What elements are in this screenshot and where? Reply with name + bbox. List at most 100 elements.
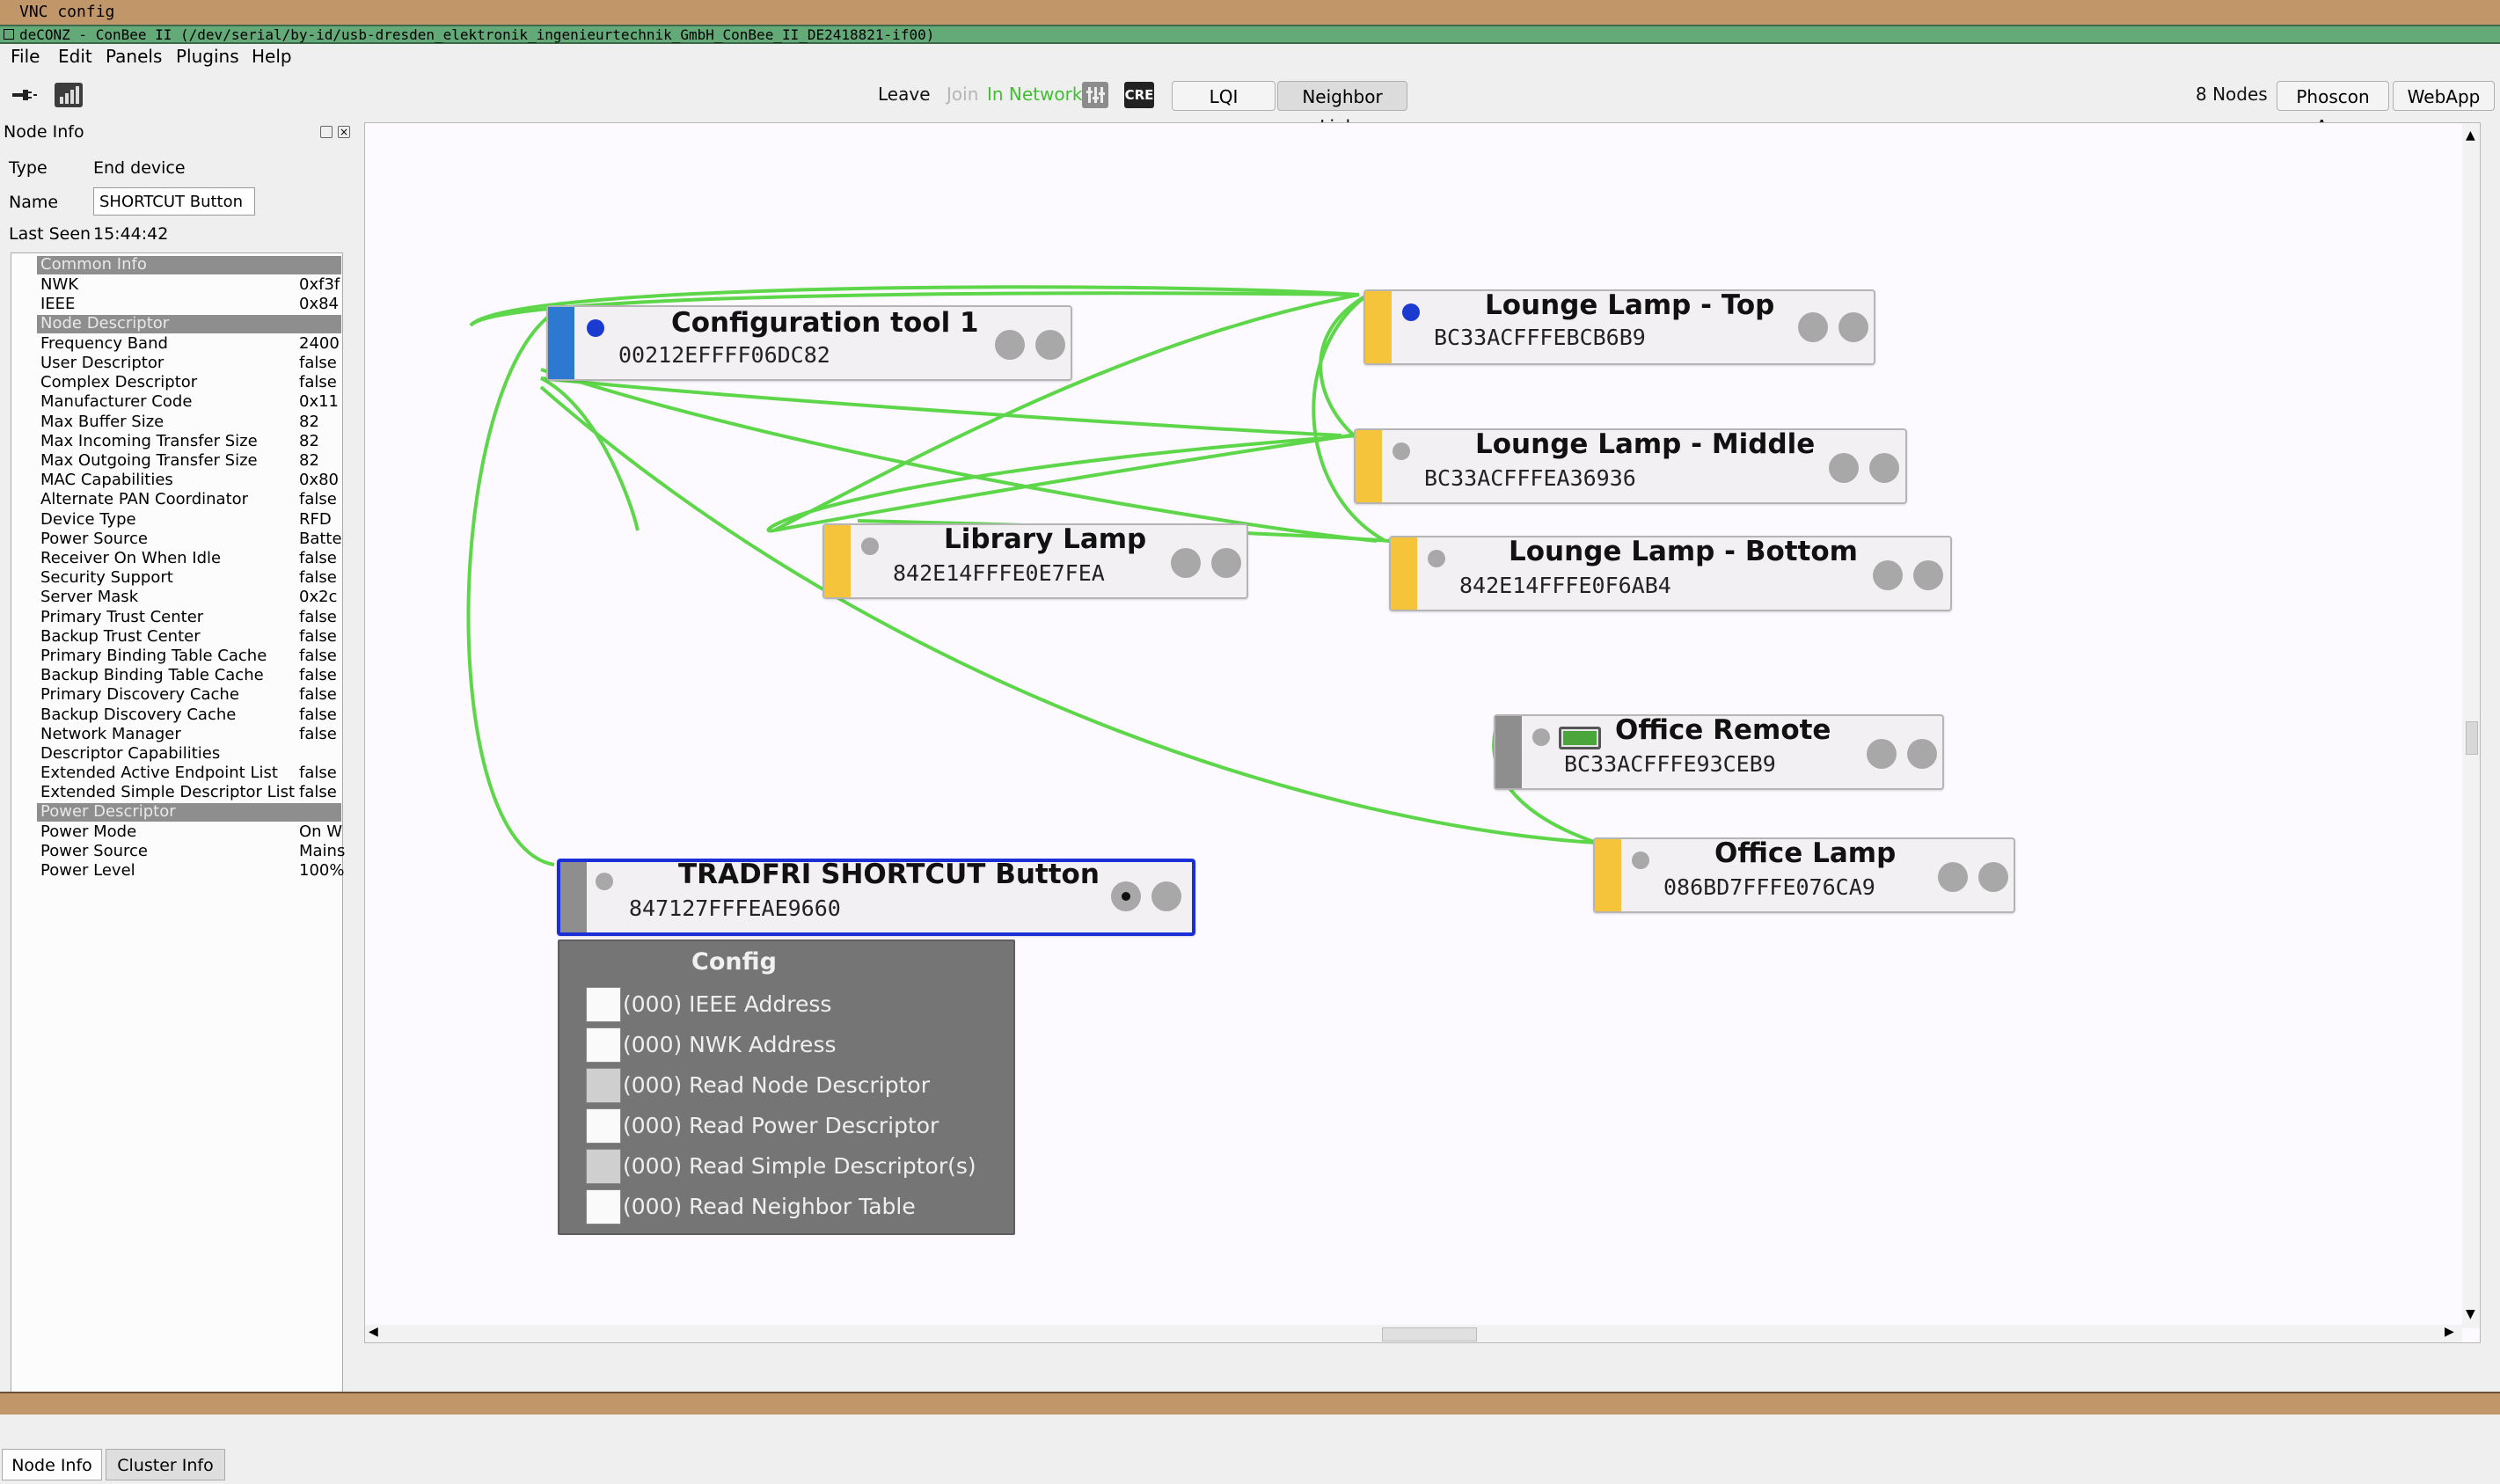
endpoint-port[interactable] [1907, 739, 1937, 769]
endpoint-port[interactable] [1171, 548, 1201, 578]
tab-cluster-info[interactable]: Cluster Info [106, 1449, 225, 1480]
endpoint-port[interactable] [1913, 560, 1943, 590]
endpoint-port-selected[interactable] [1111, 881, 1141, 911]
section-header[interactable]: Common Info [37, 255, 341, 274]
vnc-title: VNC config [19, 3, 115, 21]
panel-title: Node Info [4, 122, 84, 142]
property-row[interactable]: Extended Simple Descriptor List false [37, 783, 347, 802]
property-row[interactable]: Primary Binding Table Cache false [37, 647, 347, 666]
property-row[interactable]: Power Source Batte [37, 530, 347, 549]
network-settings-icon[interactable] [1082, 82, 1108, 108]
property-row[interactable]: Manufacturer Code 0x11 [37, 392, 347, 412]
property-key: MAC Capabilities [40, 471, 173, 490]
property-row[interactable]: Device Type RFD [37, 510, 347, 530]
property-row[interactable]: Power Source Mains [37, 842, 347, 861]
node-office-remote[interactable]: Office Remote BC33ACFFFE93CEB9 [1494, 714, 1944, 790]
endpoint-port[interactable] [1867, 739, 1897, 769]
property-row[interactable]: IEEE 0x84 [37, 295, 347, 314]
section-header[interactable]: Power Descriptor [37, 802, 341, 822]
cre-button[interactable]: CRE [1124, 82, 1154, 108]
property-row[interactable]: Primary Trust Center false [37, 608, 347, 627]
property-row[interactable]: Backup Binding Table Cache false [37, 666, 347, 685]
property-row[interactable]: Power Mode On W [37, 822, 347, 842]
node-library-lamp[interactable]: Library Lamp 842E14FFFE0E7FEA [822, 523, 1248, 599]
menu-file[interactable]: File [11, 46, 40, 67]
scroll-left-arrow[interactable]: ◀ [369, 1325, 378, 1339]
config-checkbox[interactable] [586, 1189, 621, 1224]
node-lounge-lamp-middle[interactable]: Lounge Lamp - Middle BC33ACFFFEA36936 [1354, 428, 1907, 504]
property-value: false [299, 373, 337, 392]
webapp-button[interactable]: WebApp [2393, 81, 2495, 111]
join-button[interactable]: Join [947, 84, 978, 105]
property-row[interactable]: Power Level 100% [37, 861, 347, 881]
vertical-scroll-thumb[interactable] [2466, 721, 2478, 755]
node-name: TRADFRI SHORTCUT Button [678, 859, 1100, 890]
name-field[interactable] [93, 187, 255, 216]
horizontal-scrollbar[interactable]: ◀ ▶ [365, 1325, 2462, 1342]
node-address: 847127FFFEAE9660 [629, 896, 841, 921]
property-row[interactable]: Backup Trust Center false [37, 627, 347, 647]
leave-button[interactable]: Leave [878, 84, 931, 105]
property-row[interactable]: Server Mask 0x2c [37, 588, 347, 607]
node-lounge-lamp-bottom[interactable]: Lounge Lamp - Bottom 842E14FFFE0F6AB4 [1389, 536, 1952, 611]
endpoint-port[interactable] [1873, 560, 1903, 590]
signal-icon[interactable] [55, 83, 83, 107]
node-configuration-tool[interactable]: Configuration tool 1 00212EFFFF06DC82 [546, 305, 1072, 381]
phoscon-app-button[interactable]: Phoscon App [2277, 81, 2389, 137]
property-row[interactable]: Complex Descriptor false [37, 373, 347, 392]
node-lounge-lamp-top[interactable]: Lounge Lamp - Top BC33ACFFFEBCB6B9 [1363, 289, 1875, 365]
config-item-label: (000) Read Simple Descriptor(s) [623, 1153, 976, 1179]
property-row[interactable]: Max Outgoing Transfer Size 82 [37, 451, 347, 471]
menu-help[interactable]: Help [252, 46, 292, 67]
property-row[interactable]: MAC Capabilities 0x80 [37, 471, 347, 490]
property-row[interactable]: Security Support false [37, 568, 347, 588]
scroll-up-arrow[interactable]: ▲ [2466, 128, 2475, 143]
node-tradfri-shortcut-button[interactable]: TRADFRI SHORTCUT Button 847127FFFEAE9660 [557, 859, 1195, 936]
property-row[interactable]: Backup Discovery Cache false [37, 705, 347, 725]
tab-node-info[interactable]: Node Info [2, 1449, 102, 1480]
endpoint-port[interactable] [1151, 881, 1181, 911]
close-panel-icon[interactable]: × [338, 126, 350, 138]
menu-edit[interactable]: Edit [58, 46, 92, 67]
panel-tabs: Node Info Cluster Info [0, 1449, 359, 1484]
config-checkbox[interactable] [586, 1027, 621, 1063]
property-row[interactable]: Alternate PAN Coordinator false [37, 490, 347, 509]
config-checkbox[interactable] [586, 1149, 621, 1184]
config-checkbox[interactable] [586, 1068, 621, 1103]
property-row[interactable]: NWK 0xf3f [37, 275, 347, 295]
endpoint-port[interactable] [1829, 453, 1859, 483]
endpoint-port[interactable] [1838, 312, 1868, 342]
vertical-scrollbar[interactable]: ▲ ▼ [2462, 123, 2480, 1328]
property-row[interactable]: Receiver On When Idle false [37, 549, 347, 568]
property-row[interactable]: Network Manager false [37, 725, 347, 744]
endpoint-port[interactable] [1869, 453, 1899, 483]
neighbor-links-toggle[interactable]: Neighbor Links [1277, 81, 1407, 137]
scroll-right-arrow[interactable]: ▶ [2445, 1325, 2454, 1339]
endpoint-port[interactable] [1798, 312, 1828, 342]
endpoint-port[interactable] [1938, 862, 1968, 892]
endpoint-port[interactable] [1035, 330, 1065, 360]
window-menu-icon[interactable] [4, 29, 14, 40]
config-checkbox[interactable] [586, 987, 621, 1022]
property-row[interactable]: User Descriptor false [37, 354, 347, 373]
connect-icon[interactable] [11, 84, 39, 106]
status-dot [587, 319, 604, 337]
menu-panels[interactable]: Panels [106, 46, 162, 67]
float-panel-icon[interactable] [320, 126, 333, 138]
lqi-toggle[interactable]: LQI [1172, 81, 1276, 111]
property-row[interactable]: Primary Discovery Cache false [37, 685, 347, 705]
scroll-down-arrow[interactable]: ▼ [2466, 1307, 2475, 1321]
endpoint-port[interactable] [1978, 862, 2008, 892]
property-row[interactable]: Frequency Band 2400 [37, 334, 347, 354]
horizontal-scroll-thumb[interactable] [1382, 1327, 1477, 1341]
property-row[interactable]: Descriptor Capabilities [37, 744, 347, 764]
config-checkbox[interactable] [586, 1108, 621, 1144]
section-header[interactable]: Node Descriptor [37, 314, 341, 333]
property-row[interactable]: Max Buffer Size 82 [37, 413, 347, 432]
property-row[interactable]: Extended Active Endpoint List false [37, 764, 347, 783]
menu-plugins[interactable]: Plugins [176, 46, 239, 67]
endpoint-port[interactable] [1211, 548, 1241, 578]
node-office-lamp[interactable]: Office Lamp 086BD7FFFE076CA9 [1593, 837, 2015, 913]
property-row[interactable]: Max Incoming Transfer Size 82 [37, 432, 347, 451]
endpoint-port[interactable] [995, 330, 1025, 360]
